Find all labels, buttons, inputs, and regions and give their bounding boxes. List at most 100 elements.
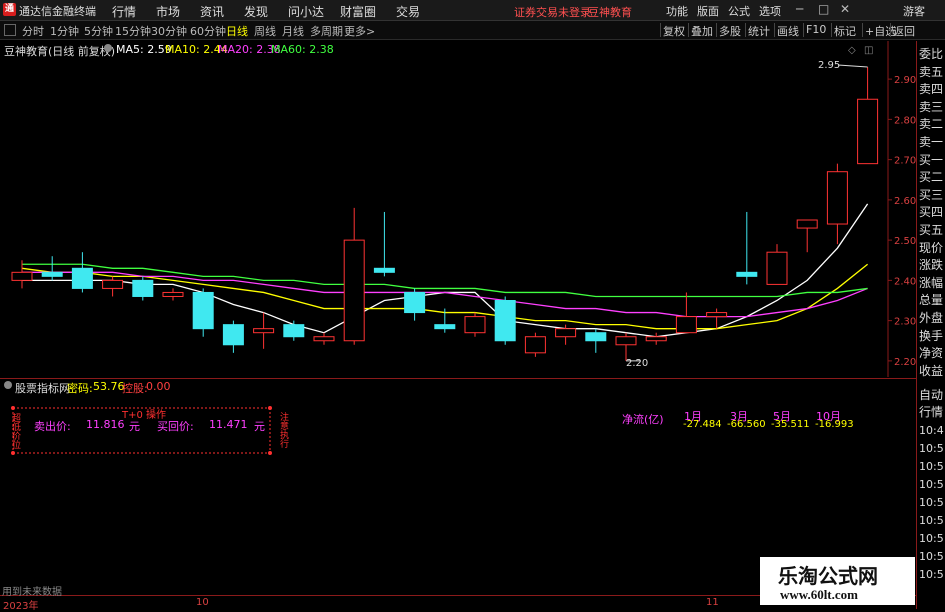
panel-tab[interactable]: 行情 [919,403,943,420]
period-item[interactable]: 更多> [344,23,375,39]
candle-body[interactable] [404,291,426,314]
period-item[interactable]: 30分钟 [151,23,187,39]
candle-body[interactable] [162,291,184,297]
menu-hangqing[interactable]: 行情 [112,3,136,20]
period-item[interactable]: 1分钟 [50,23,79,39]
toolbar-button[interactable]: 返回 [893,23,915,39]
candle-body[interactable] [102,279,124,289]
candle-body[interactable] [826,171,848,225]
menu-faxian[interactable]: 发现 [244,3,268,20]
panel-tab[interactable]: 自动 [919,386,943,403]
toolbar-button[interactable]: 叠加 [691,23,713,39]
menu-wenxiaoda[interactable]: 问小达 [288,3,324,20]
candle-body[interactable] [253,328,275,334]
quote-label[interactable]: 卖四 [919,80,943,97]
toolbar-separator [716,23,717,37]
candle-body[interactable] [464,316,486,334]
flow-3: -66.560 [727,419,766,430]
price-tick-label: 2.60 [894,196,916,207]
candle-body[interactable] [434,324,456,330]
candle-body[interactable] [555,328,577,338]
candle-body[interactable] [796,219,818,229]
login-notice[interactable]: 证券交易未登录 [514,4,591,20]
toolbar-button[interactable]: +自选 [865,23,896,39]
menu-gongshi[interactable]: 公式 [728,3,750,19]
price-tick-label: 2.90 [894,75,916,86]
quote-label[interactable]: 涨跌 [919,256,943,273]
toolbar-button[interactable]: 复权 [663,23,685,39]
toolbar-button[interactable]: 标记 [834,23,856,39]
quote-label[interactable]: 净资 [919,344,943,361]
period-item[interactable]: 5分钟 [84,23,113,39]
menu-shichang[interactable]: 市场 [156,3,180,20]
period-item[interactable]: 多周期 [310,23,343,39]
guest-label[interactable]: 游客 [903,3,925,19]
month-mark-11: 11 [706,597,719,608]
candle-body[interactable] [857,98,879,165]
candle-body[interactable] [675,316,697,334]
candle-body[interactable] [645,336,667,342]
toolbar-button[interactable]: 画线 [777,23,799,39]
quote-label[interactable]: 买三 [919,186,943,203]
period-item[interactable]: 周线 [254,23,276,39]
candle-body[interactable] [766,251,788,285]
toolbar-button[interactable]: 统计 [748,23,770,39]
candle-body[interactable] [524,336,546,354]
quote-label[interactable]: 买二 [919,168,943,185]
candle-body[interactable] [585,332,607,342]
candle-body[interactable] [706,312,728,318]
menu-caifuquan[interactable]: 财富圈 [340,3,376,20]
minimize-icon[interactable]: ─ [796,2,803,16]
chart-panel-icon[interactable]: ◫ [864,45,873,56]
candle-body[interactable] [41,271,63,277]
menu-xuanxiang[interactable]: 选项 [759,3,781,19]
menu-zixun[interactable]: 资讯 [200,3,224,20]
quote-label[interactable]: 买四 [919,203,943,220]
candle-body[interactable] [736,271,758,277]
toolbar-button[interactable]: F10 [806,23,826,36]
candle-body[interactable] [343,239,365,342]
candle-body[interactable] [494,300,516,342]
toolbar-button[interactable]: 多股 [719,23,741,39]
period-item[interactable]: 60分钟 [190,23,226,39]
quote-label[interactable]: 收益 [919,362,943,379]
quote-label[interactable]: 换手 [919,327,943,344]
indicator-settings-icon[interactable] [4,381,12,389]
quote-label[interactable]: 总量 [919,291,943,308]
menu-jiaoyi[interactable]: 交易 [396,3,420,20]
quote-label[interactable]: 买五 [919,221,943,238]
period-item[interactable]: 15分钟 [115,23,151,39]
grid-icon[interactable] [4,24,16,36]
quote-label[interactable]: 卖五 [919,63,943,80]
close-icon[interactable]: ✕ [840,2,850,16]
menu-gongneng[interactable]: 功能 [666,3,688,19]
candle-body[interactable] [283,324,305,338]
chart-diamond-icon[interactable]: ◇ [848,45,856,56]
quote-label[interactable]: 卖三 [919,98,943,115]
candle-body[interactable] [192,291,214,330]
quote-label[interactable]: 现价 [919,239,943,256]
candle-body[interactable] [313,336,335,342]
menu-banmian[interactable]: 版面 [697,3,719,19]
period-item[interactable]: 分时 [22,23,44,39]
quote-label[interactable]: 卖一 [919,133,943,150]
period-item[interactable]: 月线 [282,23,304,39]
main-chart[interactable]: 2.90 2.80 2.70 2.60 2.50 2.40 2.30 2.20 ◇ ◫ [0,41,916,609]
toolbar-separator [688,23,689,37]
candle-body[interactable] [615,336,637,346]
candle-body[interactable] [71,267,93,289]
tick-time: 10:5 [919,496,944,509]
candle-body[interactable] [11,271,33,281]
maximize-icon[interactable]: □ [818,2,829,16]
quote-label[interactable]: 卖二 [919,115,943,132]
sell-label: 卖出价: [34,420,71,433]
period-item[interactable]: 日线 [226,23,248,39]
candle-body[interactable] [222,324,244,346]
quote-label[interactable]: 买一 [919,151,943,168]
candle-body[interactable] [132,279,154,297]
quote-label[interactable]: 委比 [919,45,943,62]
quote-label[interactable]: 外盘 [919,309,943,326]
candle-body[interactable] [373,267,395,273]
brand-label[interactable]: 豆神教育 [588,4,632,20]
quote-label[interactable]: 涨幅 [919,274,943,291]
